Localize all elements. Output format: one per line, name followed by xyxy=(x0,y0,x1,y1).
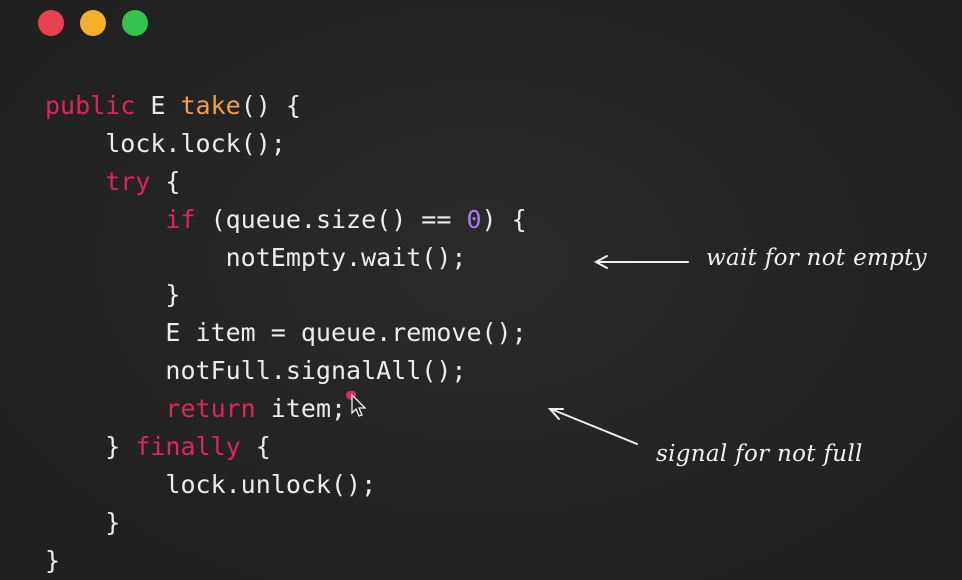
close-button[interactable] xyxy=(38,10,64,36)
code-line: public E take() { xyxy=(45,87,527,125)
code-text: E xyxy=(135,91,181,120)
code-keyword: try xyxy=(105,166,151,196)
code-line: lock.unlock(); xyxy=(45,466,527,504)
code-text: item; xyxy=(255,394,347,424)
code-line: } xyxy=(45,542,527,580)
code-window: public E take() { lock.lock(); try { if … xyxy=(0,0,962,580)
code-text: { xyxy=(150,166,181,196)
code-line: } finally { xyxy=(45,428,527,466)
code-text: (queue.size() == xyxy=(195,204,467,234)
wait-arrow xyxy=(593,255,689,269)
code-text: notEmpty.wait(); xyxy=(225,242,467,272)
code-text: } xyxy=(45,545,61,575)
code-text: ) { xyxy=(481,204,527,234)
code-line: E item = queue.remove(); xyxy=(45,314,527,352)
code-number: 0 xyxy=(466,204,482,234)
code-text: () { xyxy=(240,91,301,120)
code-keyword: public xyxy=(45,91,136,120)
maximize-button[interactable] xyxy=(122,10,148,36)
code-text: { xyxy=(240,432,271,462)
code-block: public E take() { lock.lock(); try { if … xyxy=(45,87,527,580)
code-line: if (queue.size() == 0) { xyxy=(45,201,527,239)
code-keyword: return xyxy=(165,394,256,424)
code-text: notFull.signalAll(); xyxy=(165,356,467,386)
code-text: lock.lock(); xyxy=(105,128,286,158)
code-text: } xyxy=(165,280,181,310)
code-text: } xyxy=(105,507,121,537)
code-line: lock.lock(); xyxy=(45,125,527,163)
code-line: return item; xyxy=(45,390,527,428)
code-keyword: if xyxy=(165,204,196,234)
wait-annotation: wait for not empty xyxy=(706,245,927,271)
mouse-cursor-icon xyxy=(346,390,368,421)
code-text: E item = queue.remove(); xyxy=(165,318,527,348)
code-text: lock.unlock(); xyxy=(165,469,377,499)
window-controls xyxy=(38,10,148,36)
code-text: } xyxy=(105,432,136,462)
code-function-name: take xyxy=(180,91,241,120)
signal-arrow xyxy=(547,408,638,445)
code-line: } xyxy=(45,504,527,542)
signal-annotation: signal for not full xyxy=(656,441,863,467)
code-line: notEmpty.wait(); xyxy=(45,239,527,277)
code-line: } xyxy=(45,276,527,314)
code-keyword: finally xyxy=(135,432,241,462)
minimize-button[interactable] xyxy=(80,10,106,36)
code-line: try { xyxy=(45,163,527,201)
code-line: notFull.signalAll(); xyxy=(45,352,527,390)
